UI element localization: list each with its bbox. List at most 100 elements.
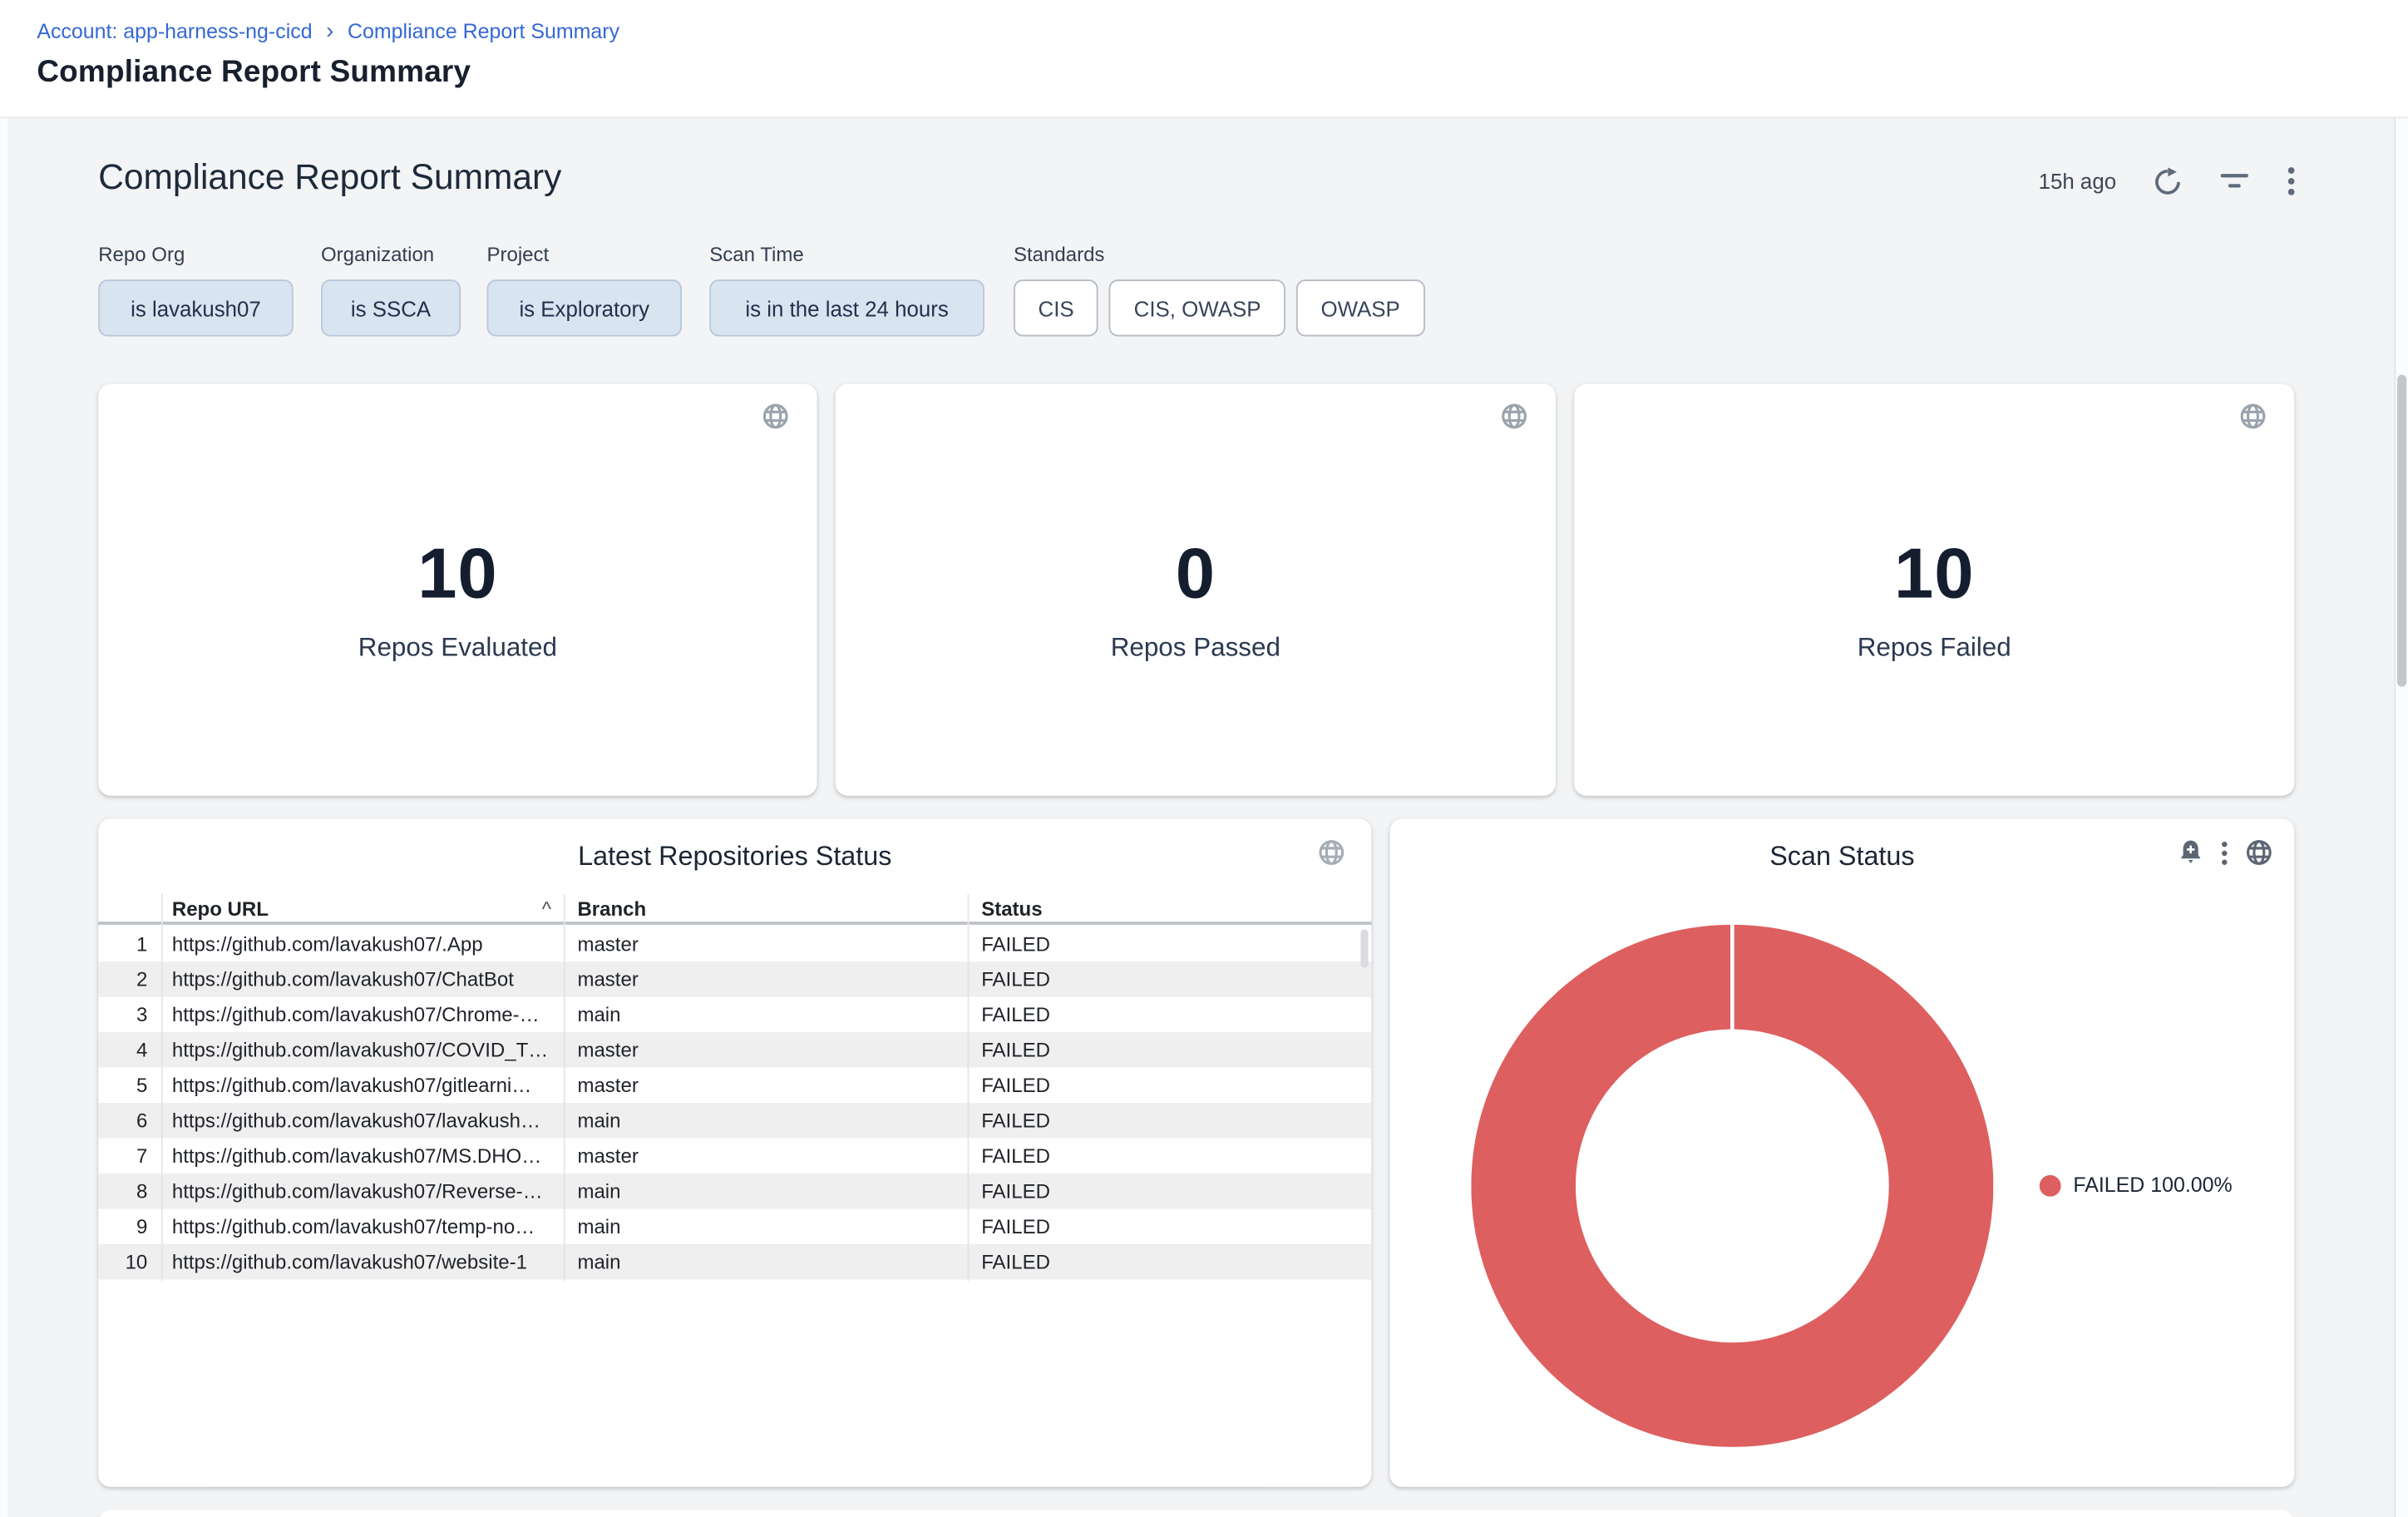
row-number: 7 [98,1144,161,1168]
column-header-status[interactable]: Status [968,897,1372,920]
legend-item-failed[interactable]: FAILED 100.00% [2040,1174,2233,1197]
row-number: 4 [98,1039,161,1062]
donut-slice-failed[interactable] [1523,977,1941,1395]
column-header-branch[interactable]: Branch [564,897,968,920]
filter-repo-org-chip[interactable]: is lavakush07 [98,279,294,336]
repo-url-cell[interactable]: https://github.com/lavakush07/lavakush… [161,1109,564,1132]
vertical-scrollbar[interactable] [2394,116,2408,1517]
filter-icon[interactable] [2219,170,2250,192]
table-row[interactable]: 6 https://github.com/lavakush07/lavakush… [98,1103,1371,1138]
branch-cell[interactable]: main [564,1215,968,1238]
column-divider [968,894,970,1281]
breadcrumb-chevron-icon: › [326,22,333,42]
globe-icon [1500,403,1527,437]
column-header-repo-url[interactable]: Repo URL ^ [161,897,564,920]
repo-url-cell[interactable]: https://github.com/lavakush07/temp-no… [161,1215,564,1238]
branch-cell[interactable]: master [564,1039,968,1062]
table-header-row: Repo URL ^ Branch Status [98,894,1371,922]
branch-cell[interactable]: main [564,1109,968,1132]
dashboard-area: Compliance Report Summary 15h ago [0,116,2394,1517]
repos-failed-label: Repos Failed [1574,630,2294,666]
filter-standards-label: Standards [1014,243,1424,268]
table-row[interactable]: 1 https://github.com/lavakush07/.App mas… [98,927,1371,961]
branch-cell[interactable]: master [564,1144,968,1168]
repo-url-cell[interactable]: https://github.com/lavakush07/MS.DHO… [161,1144,564,1168]
table-row[interactable]: 9 https://github.com/lavakush07/temp-no…… [98,1209,1371,1244]
table-row[interactable]: 3 https://github.com/lavakush07/Chrome-…… [98,997,1371,1032]
repo-url-cell[interactable]: https://github.com/lavakush07/.App [161,932,564,956]
repo-url-cell[interactable]: https://github.com/lavakush07/Reverse-… [161,1179,564,1203]
repos-passed-label: Repos Passed [836,630,1556,666]
repo-url-cell[interactable]: https://github.com/lavakush07/ChatBot [161,968,564,991]
filter-organization: Organization is SSCA [321,243,461,337]
repo-url-cell[interactable]: https://github.com/lavakush07/gitlearni… [161,1074,564,1097]
standards-option-owasp[interactable]: OWASP [1296,279,1424,336]
table-row[interactable]: 7 https://github.com/lavakush07/MS.DHO… … [98,1139,1371,1174]
page-header: Account: app-harness-ng-cicd › Complianc… [0,0,2408,118]
row-number: 10 [98,1250,161,1273]
status-cell[interactable]: FAILED [968,1109,1372,1132]
status-cell[interactable]: FAILED [968,1003,1372,1026]
scan-status-actions [2178,838,2273,866]
row-number: 1 [98,932,161,956]
filter-repo-org: Repo Org is lavakush07 [98,243,294,337]
status-cell[interactable]: FAILED [968,932,1372,956]
sort-ascending-icon[interactable]: ^ [542,897,551,920]
status-cell[interactable]: FAILED [968,1179,1372,1203]
breadcrumb-account-link[interactable]: Account: app-harness-ng-cicd [37,20,312,43]
refresh-icon[interactable] [2153,166,2182,195]
row-number: 6 [98,1109,161,1132]
table-row[interactable]: 5 https://github.com/lavakush07/gitlearn… [98,1068,1371,1103]
table-scrollbar-thumb[interactable] [1360,929,1368,967]
row-number: 9 [98,1215,161,1238]
table-header-divider [98,922,1371,925]
repo-table-title: Latest Repositories Status [98,836,1371,876]
kebab-menu-icon[interactable] [2287,166,2296,196]
standards-option-cis-owasp[interactable]: CIS, OWASP [1109,279,1285,336]
scan-status-donut-chart [1471,925,1993,1447]
vertical-scrollbar-thumb[interactable] [2397,375,2406,687]
next-card-top-edge [98,1510,2294,1517]
branch-cell[interactable]: main [564,1179,968,1203]
filter-scan-time-chip[interactable]: is in the last 24 hours [709,279,984,336]
row-number: 3 [98,1003,161,1026]
left-gutter [0,116,7,1517]
repo-url-cell[interactable]: https://github.com/lavakush07/website-1 [161,1250,564,1273]
tile-repos-passed: 0 Repos Passed [836,384,1556,796]
table-row[interactable]: 4 https://github.com/lavakush07/COVID_T…… [98,1032,1371,1067]
status-cell[interactable]: FAILED [968,1039,1372,1062]
globe-icon [2239,403,2267,437]
filter-repo-org-label: Repo Org [98,243,294,268]
status-cell[interactable]: FAILED [968,1144,1372,1168]
alert-bell-icon[interactable] [2178,838,2203,866]
status-cell[interactable]: FAILED [968,1250,1372,1273]
globe-icon [1318,838,1345,873]
branch-cell[interactable]: master [564,1074,968,1097]
latest-repositories-status-card: Latest Repositories Status Repo URL ^ [98,818,1371,1486]
globe-icon [762,403,789,437]
scan-status-card: Scan Status [1389,818,2294,1486]
branch-cell[interactable]: master [564,932,968,956]
kebab-menu-icon[interactable] [2221,839,2228,865]
repo-url-cell[interactable]: https://github.com/lavakush07/Chrome-… [161,1003,564,1026]
status-cell[interactable]: FAILED [968,1215,1372,1238]
breadcrumb: Account: app-harness-ng-cicd › Complianc… [37,20,619,43]
table-row[interactable]: 2 https://github.com/lavakush07/ChatBot … [98,961,1371,996]
branch-cell[interactable]: master [564,968,968,991]
branch-cell[interactable]: main [564,1250,968,1273]
filter-scan-time: Scan Time is in the last 24 hours [709,243,984,337]
scan-status-title: Scan Status [1389,836,2294,876]
status-cell[interactable]: FAILED [968,968,1372,991]
filter-project-chip[interactable]: is Exploratory [486,279,682,336]
branch-cell[interactable]: main [564,1003,968,1026]
filter-organization-chip[interactable]: is SSCA [321,279,461,336]
repos-evaluated-value: 10 [98,531,817,615]
repo-url-cell[interactable]: https://github.com/lavakush07/COVID_T… [161,1039,564,1062]
filter-standards: Standards CIS CIS, OWASP OWASP [1014,243,1424,337]
table-row[interactable]: 10 https://github.com/lavakush07/website… [98,1244,1371,1279]
standards-option-cis[interactable]: CIS [1014,279,1098,336]
table-row[interactable]: 8 https://github.com/lavakush07/Reverse-… [98,1174,1371,1208]
status-cell[interactable]: FAILED [968,1074,1372,1097]
row-number: 5 [98,1074,161,1097]
breadcrumb-current-link[interactable]: Compliance Report Summary [348,20,619,43]
